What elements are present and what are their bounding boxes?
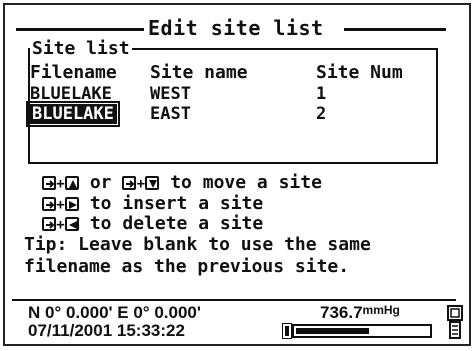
row-1-site-name[interactable]: WEST [150, 84, 191, 104]
help-insert-text: to insert a site [89, 193, 264, 214]
right-arrow-icon [65, 197, 79, 211]
enter-key-icon [122, 176, 137, 190]
pressure-value: 736.7 [320, 303, 363, 322]
column-header-filename: Filename [30, 62, 117, 83]
help-move-text: to move a site [170, 172, 322, 193]
left-arrow-icon [65, 217, 79, 231]
tip-line-2: filename as the previous site. [24, 256, 350, 277]
up-arrow-icon [65, 176, 79, 190]
row-1-filename[interactable]: BLUELAKE [30, 84, 112, 104]
tip-line-1: Tip: Leave blank to use the same [24, 234, 371, 255]
help-delete-text: to delete a site [89, 213, 264, 234]
gps-coordinates: N 0° 0.000' E 0° 0.000' [28, 303, 201, 322]
help-move-line: + or + to move a site [42, 172, 322, 193]
enter-key-icon [42, 176, 56, 190]
row-2-site-num[interactable]: 2 [316, 104, 326, 124]
battery-bar [292, 324, 432, 338]
column-header-site-num: Site Num [316, 62, 403, 83]
title-rule-left [16, 28, 144, 31]
device-icon [447, 305, 463, 339]
help-delete-line: + to delete a site [42, 213, 263, 234]
title-rule-right [344, 28, 446, 31]
row-2-site-name[interactable]: EAST [150, 104, 191, 124]
help-insert-line: + to insert a site [42, 193, 263, 214]
pressure-unit: mmHg [362, 303, 400, 317]
status-divider [12, 299, 456, 301]
down-arrow-icon [145, 176, 160, 190]
screen-title: Edit site list [148, 16, 324, 40]
pressure-readout: 736.7mmHg [320, 303, 400, 323]
selected-cell[interactable]: BLUELAKE [26, 101, 120, 127]
row-2-filename[interactable]: BLUELAKE [26, 101, 120, 127]
help-or-text: or [89, 172, 112, 193]
enter-key-icon [42, 197, 56, 211]
enter-key-icon [42, 217, 56, 231]
column-header-site-name: Site name [150, 62, 248, 83]
row-1-site-num[interactable]: 1 [316, 84, 326, 104]
battery-fill [296, 328, 369, 334]
site-list-label: Site list [30, 38, 132, 59]
date-time: 07/11/2001 15:33:22 [28, 321, 185, 340]
battery-icon [282, 323, 292, 339]
